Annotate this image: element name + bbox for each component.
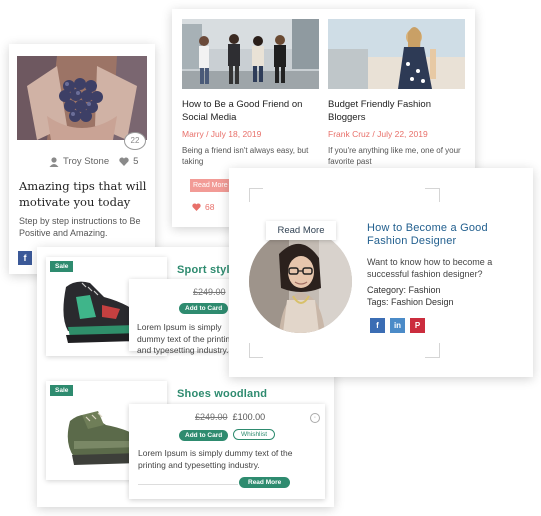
designer-avatar[interactable] [249, 230, 352, 333]
author-profile-card: Read More How to Become a Good Fashion D… [229, 168, 533, 377]
post-title[interactable]: Budget Friendly Fashion Bloggers [328, 99, 465, 124]
frame-corner [439, 188, 440, 202]
article-title[interactable]: How to Become a Good Fashion Designer [367, 222, 522, 248]
article-description: Want to know how to become a successful … [367, 257, 493, 279]
sale-badge: Sale [50, 385, 74, 396]
facebook-share-button[interactable]: f [18, 251, 32, 265]
linkedin-icon[interactable]: in [390, 318, 405, 333]
old-price: £249.00 [195, 412, 228, 422]
frame-corner [425, 188, 439, 189]
post-image-friends[interactable] [182, 19, 319, 89]
product-price: £249.00 £100.00 [195, 412, 265, 422]
frame-corner [249, 357, 263, 358]
facebook-icon[interactable]: f [370, 318, 385, 333]
likes-count: 68 [205, 202, 215, 212]
category-row: Category: Fashion [367, 285, 441, 295]
product-name[interactable]: Shoes woodland [177, 388, 267, 400]
category-link[interactable]: Fashion [409, 285, 441, 295]
post-meta: Marry / July 18, 2019 [182, 129, 262, 139]
product-detail-box: £249.00 £100.00 ◦ Add to Card Whishlist … [129, 404, 325, 499]
new-price: £100.00 [232, 412, 266, 422]
frame-corner [425, 357, 439, 358]
tags-row: Tags: Fashion Design [367, 297, 454, 307]
frame-corner [249, 343, 250, 358]
frame-corner [249, 188, 263, 189]
post-meta: Frank Cruz / July 22, 2019 [328, 129, 428, 139]
pinterest-icon[interactable]: P [410, 318, 425, 333]
product-name[interactable]: Sport styl [177, 264, 230, 276]
post-title[interactable]: How to Be a Good Friend on Social Media [182, 99, 319, 124]
user-icon [49, 156, 59, 167]
post-excerpt: If you're anything like me, one of your … [328, 146, 461, 166]
tags-link[interactable]: Fashion Design [391, 297, 454, 307]
read-more-button[interactable]: Read More [266, 221, 336, 240]
divider [138, 484, 238, 485]
sale-badge: Sale [50, 261, 74, 272]
heart-icon[interactable] [119, 157, 129, 166]
read-more-button[interactable]: Read More [190, 179, 230, 192]
likes-counter[interactable]: 68 [192, 202, 214, 212]
likes-count: 5 [133, 156, 139, 167]
post-meta-row: Troy Stone 5 [49, 156, 138, 167]
author-name[interactable]: Troy Stone [63, 156, 109, 167]
read-more-button[interactable]: Read More [239, 477, 291, 488]
post-description: Step by step instructions to Be Positive… [19, 216, 141, 238]
product-description: Lorem Ipsum is simply dummy text of the … [137, 322, 235, 355]
post-item[interactable]: How to Be a Good Friend on Social Media … [182, 19, 319, 167]
frame-corner [249, 188, 250, 202]
post-item[interactable]: Budget Friendly Fashion Bloggers Frank C… [328, 19, 465, 167]
category-label: Category: [367, 285, 407, 295]
tags-label: Tags: [367, 297, 389, 307]
featured-blog-card: 22 Troy Stone 5 Amazing tips that will m… [9, 44, 155, 274]
product-description: Lorem Ipsum is simply dummy text of the … [138, 448, 293, 470]
old-price: £249.00 [193, 287, 226, 297]
product-detail-box: £249.00 Add to Card Lorem Ipsum is simpl… [129, 279, 239, 355]
add-to-cart-button[interactable]: Add to Card [179, 430, 229, 441]
post-excerpt: Being a friend isn't always easy, but ta… [182, 146, 309, 166]
frame-corner [439, 343, 440, 358]
compare-icon[interactable]: ◦ [310, 413, 320, 423]
blog-photo-grapes[interactable] [17, 56, 147, 140]
wishlist-button[interactable]: Whishlist [233, 429, 276, 440]
post-title[interactable]: Amazing tips that will motivate you toda… [19, 178, 151, 210]
product-price: £249.00 [193, 287, 226, 297]
heart-icon [192, 203, 201, 211]
add-to-cart-button[interactable]: Add to Card [179, 303, 229, 314]
post-image-fashion[interactable] [328, 19, 465, 89]
comment-count-bubble[interactable]: 22 [124, 132, 146, 150]
